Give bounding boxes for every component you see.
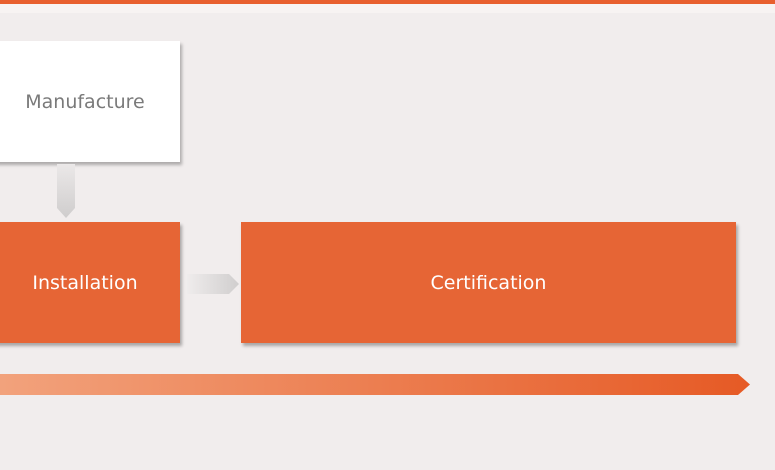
timeline-arrow [0,374,750,395]
certification-box: Certification [241,222,736,343]
certification-label: Certification [430,271,547,294]
installation-box: Installation [0,222,180,343]
top-band [0,4,775,13]
down-arrow-connector [57,164,75,218]
installation-label: Installation [32,271,138,294]
manufacture-box: Manufacture [0,41,180,162]
manufacture-label: Manufacture [25,90,145,113]
right-arrow-connector [187,274,239,294]
